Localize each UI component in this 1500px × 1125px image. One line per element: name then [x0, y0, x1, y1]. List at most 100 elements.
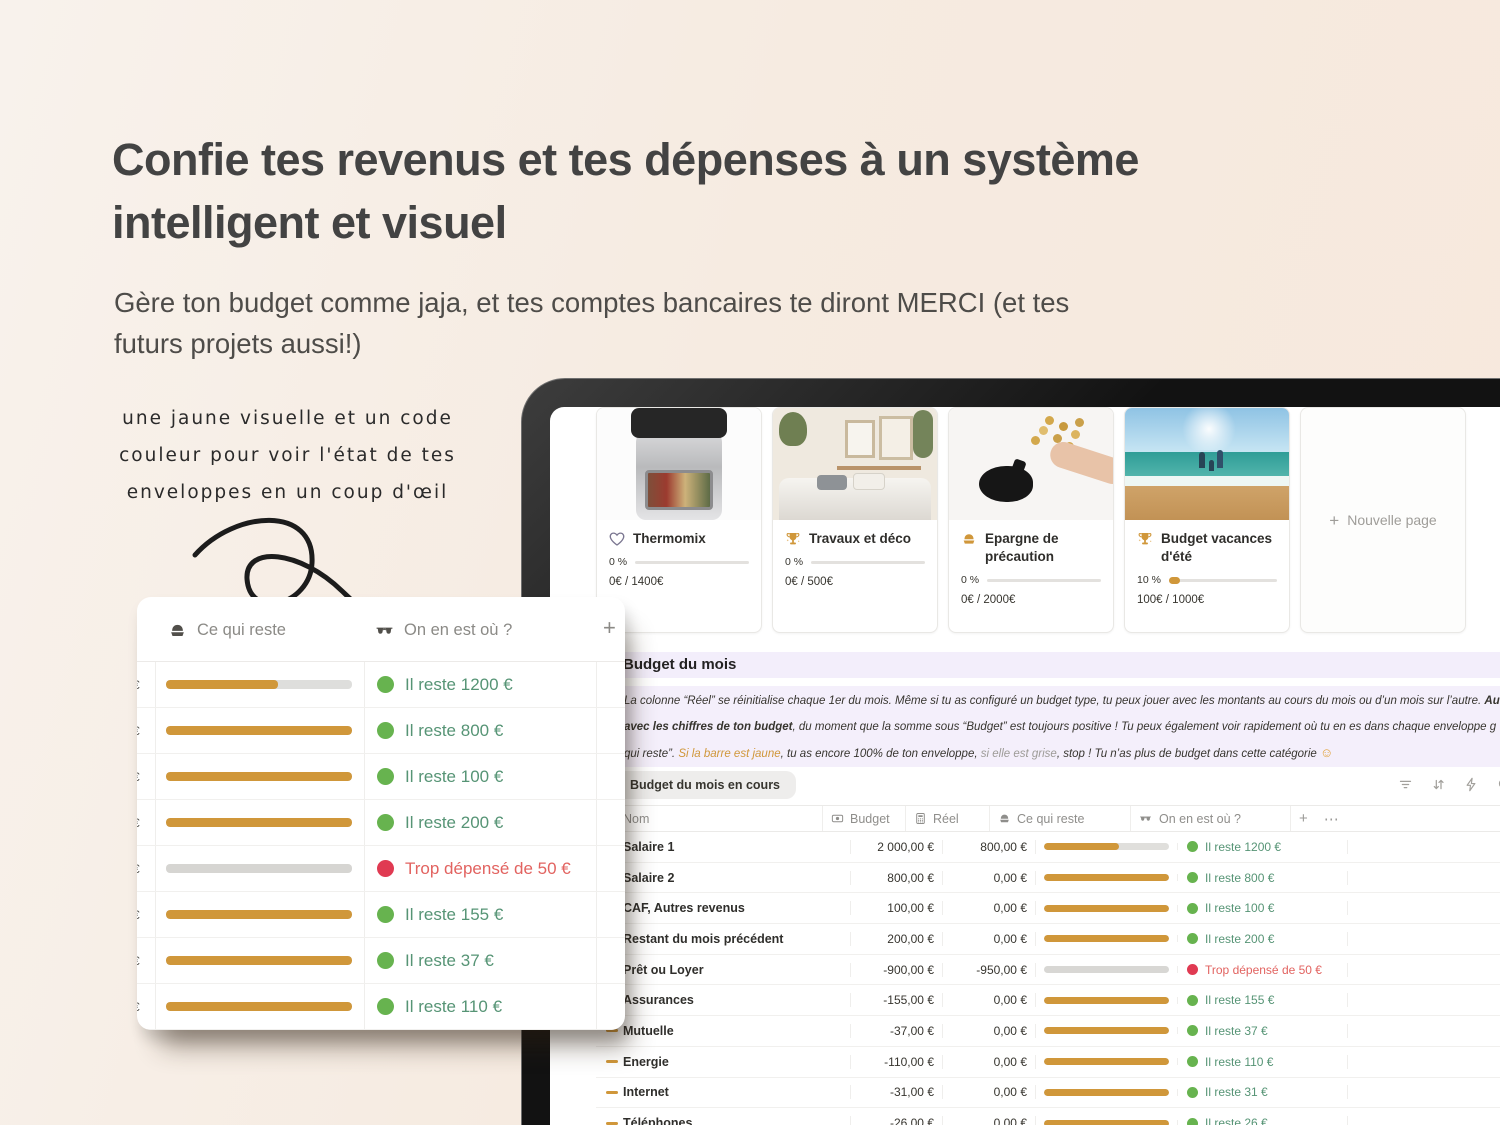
row-name-cell[interactable]: CAF, Autres revenus — [596, 901, 851, 916]
column-header-reel[interactable]: Réel — [906, 806, 990, 831]
row-name-cell[interactable]: Téléphones — [596, 1116, 851, 1125]
column-header-nom[interactable]: Nom — [596, 806, 823, 831]
budget-cell[interactable]: 2 000,00 € — [851, 839, 943, 854]
table-row: Energie -110,00 € 0,00 € Il reste 110 € — [596, 1047, 1500, 1078]
row-name-cell[interactable]: Salaire 1 — [596, 839, 851, 854]
flan-icon — [998, 812, 1011, 825]
filter-icon[interactable] — [1398, 777, 1413, 792]
row-name-cell[interactable]: Prêt ou Loyer — [596, 962, 851, 977]
callout-text: , du moment que la somme sous “Budget” e… — [792, 721, 1497, 733]
status-label: Il reste 100 € — [1205, 901, 1275, 916]
overlay-row: € Il reste 1200 € — [137, 662, 625, 708]
row-name-cell[interactable]: Restant du mois précédent — [596, 931, 851, 946]
status-dot-icon — [1187, 964, 1198, 976]
reel-cell[interactable]: 0,00 € — [943, 1023, 1036, 1038]
overlay-bar-cell — [156, 984, 365, 1029]
overlay-column-on-en-est-ou[interactable]: On en est où ? — [375, 621, 512, 640]
status-dot-icon — [1187, 994, 1198, 1006]
view-tab[interactable]: Budget du mois en cours — [614, 771, 797, 799]
gallery-card[interactable]: Travaux et déco 0 % 0€ / 500€ — [772, 407, 938, 633]
remaining-bar-cell — [1036, 1088, 1178, 1096]
overlay-header: Ce qui reste On en est où ? + — [137, 597, 625, 662]
table-row: Restant du mois précédent 200,00 € 0,00 … — [596, 924, 1500, 955]
callout-text: ☺ — [1320, 745, 1334, 760]
budget-cell[interactable]: -26,00 € — [851, 1116, 943, 1125]
progress-percent: 0 % — [609, 556, 628, 568]
callout-text: Au — [1484, 695, 1500, 707]
gallery-card[interactable]: Budget vacances d'été 10 % 100€ / 1000€ — [1124, 407, 1290, 633]
gallery-card[interactable]: Epargne de précaution 0 % 0€ / 2000€ — [948, 407, 1114, 633]
callout-text: , tu as encore 100% de ton enveloppe, — [780, 748, 981, 760]
budget-cell[interactable]: -37,00 € — [851, 1023, 943, 1038]
overlay-row: € Il reste 800 € — [137, 708, 625, 754]
callout-line: avec les chiffres de ton budget, du mome… — [624, 714, 1500, 740]
overlay-status-cell: Il reste 37 € — [365, 938, 597, 983]
remaining-bar-cell — [1036, 935, 1178, 943]
reel-cell[interactable]: 0,00 € — [943, 1116, 1036, 1125]
flan-icon — [168, 621, 187, 640]
section-heading: Budget du mois — [596, 652, 1500, 678]
status-cell: Il reste 110 € — [1178, 1054, 1348, 1069]
reel-cell[interactable]: 0,00 € — [943, 901, 1036, 916]
reel-cell[interactable]: 800,00 € — [943, 839, 1036, 854]
column-header-ce-qui-reste[interactable]: Ce qui reste — [990, 806, 1131, 831]
budget-cell[interactable]: -155,00 € — [851, 993, 943, 1008]
reel-cell[interactable]: 0,00 € — [943, 870, 1036, 885]
status-label: Il reste 155 € — [1205, 993, 1275, 1008]
column-header-on-en-est-ou[interactable]: On en est où ? — [1131, 806, 1291, 831]
euro-fragment: € — [137, 816, 140, 830]
budget-cell[interactable]: 800,00 € — [851, 870, 943, 885]
table-row: CAF, Autres revenus 100,00 € 0,00 € Il r… — [596, 893, 1500, 925]
add-property-button[interactable]: + — [603, 615, 616, 641]
overlay-row: € Trop dépensé de 50 € — [137, 846, 625, 892]
amount-label: 100€ / 1000€ — [1137, 594, 1205, 606]
zap-icon[interactable] — [1464, 777, 1479, 792]
budget-cell[interactable]: 100,00 € — [851, 901, 943, 916]
budget-cell[interactable]: 200,00 € — [851, 931, 943, 946]
status-dot-icon — [1187, 1117, 1198, 1125]
progress-bar — [1168, 576, 1277, 584]
banknote-icon — [831, 812, 844, 825]
dash-icon — [606, 1121, 618, 1125]
add-column-button[interactable]: + — [1299, 810, 1308, 827]
sort-icon[interactable] — [1431, 777, 1446, 792]
row-name-cell[interactable]: Mutuelle — [596, 1023, 851, 1038]
status-dot-icon — [377, 998, 394, 1015]
callout-text: , stop ! Tu n’as plus de budget dans cet… — [1056, 748, 1320, 760]
status-label: Il reste 100 € — [405, 766, 504, 786]
row-name-cell[interactable]: Internet — [596, 1085, 851, 1100]
reel-cell[interactable]: -950,00 € — [943, 962, 1036, 977]
budget-cell[interactable]: -900,00 € — [851, 962, 943, 977]
overlay-row: € Il reste 110 € — [137, 984, 625, 1030]
card-cover-image — [597, 408, 761, 520]
status-label: Il reste 1200 € — [405, 674, 513, 694]
more-options-button[interactable]: ⋯ — [1324, 810, 1339, 828]
gallery: Thermomix 0 % 0€ / 1400€ Travaux et déco… — [550, 407, 1500, 633]
table-row: Salaire 2 800,00 € 0,00 € Il reste 800 € — [596, 863, 1500, 894]
overlay-column-ce-qui-reste[interactable]: Ce qui reste — [168, 621, 286, 640]
overlay-status-cell: Il reste 1200 € — [365, 662, 597, 707]
row-name-cell[interactable]: Energie — [596, 1054, 851, 1069]
progress-bar — [635, 560, 749, 564]
remaining-bar-cell — [1036, 996, 1178, 1004]
callout-text: La colonne “Réel” se réinitialise chaque… — [624, 695, 1485, 707]
reel-cell[interactable]: 0,00 € — [943, 993, 1036, 1008]
budget-cell[interactable]: -110,00 € — [851, 1054, 943, 1069]
new-page-card[interactable]: + Nouvelle page — [1300, 407, 1466, 633]
reel-cell[interactable]: 0,00 € — [943, 931, 1036, 946]
reel-cell[interactable]: 0,00 € — [943, 1054, 1036, 1069]
status-label: Il reste 110 € — [1205, 1054, 1274, 1069]
status-dot-icon — [1187, 841, 1198, 853]
overlay-bar-cell — [156, 754, 365, 799]
status-label: Trop dépensé de 50 € — [405, 858, 571, 878]
amount-label: 0€ / 1400€ — [609, 576, 664, 588]
status-label: Il reste 37 € — [405, 950, 494, 970]
status-dot-icon — [377, 952, 394, 969]
budget-cell[interactable]: -31,00 € — [851, 1085, 943, 1100]
row-name-cell[interactable]: Salaire 2 — [596, 870, 851, 885]
column-header-budget[interactable]: Budget — [823, 806, 906, 831]
reel-cell[interactable]: 0,00 € — [943, 1085, 1036, 1100]
overlay-bar-cell — [156, 800, 365, 845]
callout-line: La colonne “Réel” se réinitialise chaque… — [624, 688, 1500, 714]
row-name-cell[interactable]: Assurances — [596, 993, 851, 1008]
